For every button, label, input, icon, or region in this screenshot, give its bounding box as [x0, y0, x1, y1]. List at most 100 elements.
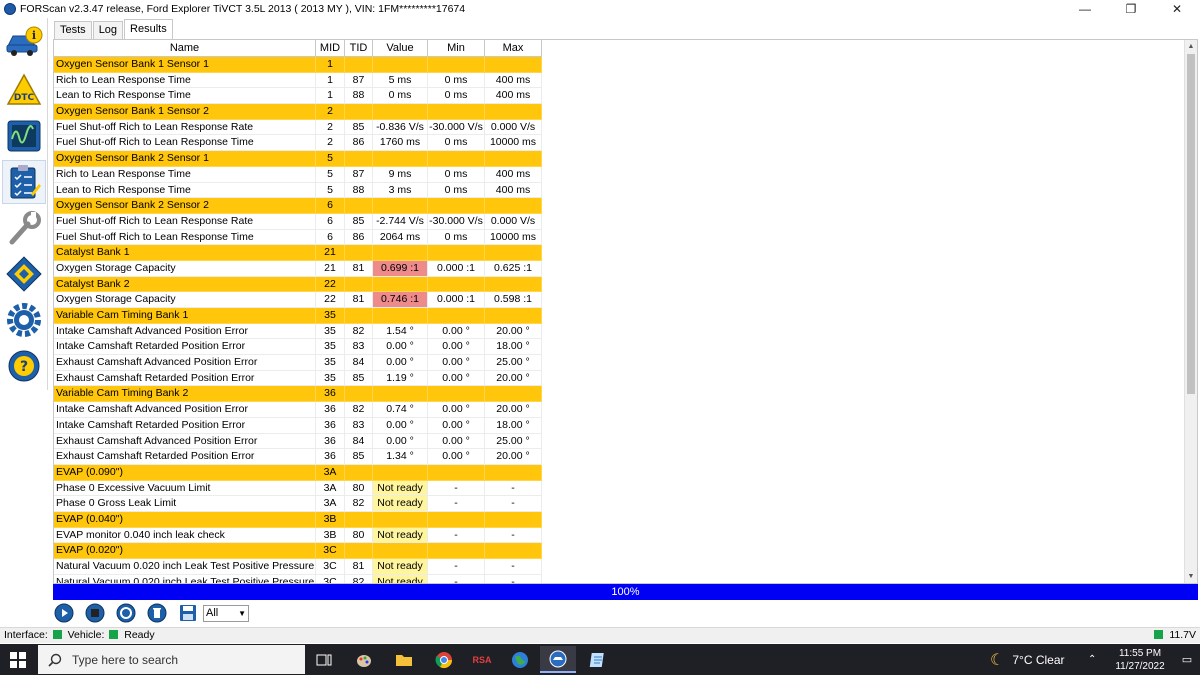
table-row[interactable]: Lean to Rich Response Time 1 88 0 ms 0 ms 400…	[54, 88, 544, 105]
table-row[interactable]: EVAP monitor 0.040 inch leak check 3B 80 No…	[54, 527, 544, 544]
column-header-mid[interactable]: MID	[316, 40, 345, 57]
start-button[interactable]	[0, 644, 36, 675]
scroll-down-icon[interactable]: ▼	[1185, 570, 1197, 583]
cell-min	[428, 151, 485, 167]
sidebar-configuration-button[interactable]	[2, 252, 46, 296]
sidebar-settings-button[interactable]	[2, 298, 46, 342]
stop-button[interactable]	[84, 602, 106, 624]
minimize-button[interactable]: —	[1062, 0, 1108, 18]
sidebar-vehicle-info-button[interactable]: i	[2, 20, 46, 64]
chip-icon	[6, 256, 42, 292]
taskbar-forscan[interactable]	[540, 646, 576, 673]
group-row[interactable]: EVAP (0.090") 3A	[54, 464, 544, 481]
group-row[interactable]: Oxygen Sensor Bank 2 Sensor 15	[54, 151, 544, 167]
table-row[interactable]: Exhaust Camshaft Advanced Position Error…	[54, 433, 544, 450]
column-header-name[interactable]: Name	[54, 40, 316, 57]
folder-icon	[396, 654, 412, 666]
sidebar-dtc-button[interactable]: DTC	[2, 68, 46, 112]
column-header-min[interactable]: Min	[428, 40, 485, 57]
taskbar-file-explorer[interactable]	[386, 646, 422, 673]
group-row[interactable]: EVAP (0.040") 3B	[54, 511, 544, 528]
group-row[interactable]: Catalyst Bank 1 21	[54, 245, 544, 261]
taskbar-maps[interactable]	[502, 646, 538, 673]
save-button[interactable]	[177, 602, 199, 624]
table-row[interactable]: Lean to Rich Response Time 5 88 3 ms 0 ms 400…	[54, 182, 544, 199]
maximize-button[interactable]: ❐	[1108, 0, 1154, 18]
cell-tid	[345, 104, 373, 120]
table-row[interactable]: Rich to Lean Response Time 1 87 5 ms 0 ms 400…	[54, 72, 544, 89]
scroll-up-icon[interactable]: ▲	[1185, 40, 1197, 53]
table-row[interactable]: Intake Camshaft Advanced Position Error 3…	[54, 402, 544, 418]
table-row[interactable]: Oxygen Storage Capacity 22 81 0.746 :1 0.000…	[54, 292, 544, 308]
table-row[interactable]: Oxygen Storage Capacity 21 81 0.699 :1 0.000…	[54, 260, 544, 277]
system-tray[interactable]: ⌃	[1088, 644, 1096, 675]
tab-tests[interactable]: Tests	[54, 21, 92, 39]
dtc-icon: DTC	[6, 73, 42, 105]
sidebar-help-button[interactable]: ?	[2, 344, 46, 388]
table-row[interactable]: Intake Camshaft Retarded Position Error 3…	[54, 339, 544, 356]
sidebar-service-button[interactable]	[2, 206, 46, 250]
filter-select[interactable]: All ▼	[203, 604, 249, 622]
taskbar-paint[interactable]	[346, 646, 382, 673]
taskbar-rsa[interactable]: RSA	[464, 646, 500, 673]
table-row[interactable]: Intake Camshaft Advanced Position Error 3…	[54, 323, 544, 340]
close-button[interactable]: ✕	[1154, 0, 1200, 18]
group-row[interactable]: Oxygen Sensor Bank 2 Sensor 26	[54, 198, 544, 214]
taskbar-search-box[interactable]: Type here to search	[38, 645, 305, 674]
cell-tid: 82	[345, 402, 373, 418]
progress-bar: 100%	[53, 584, 1198, 600]
column-header-max[interactable]: Max	[485, 40, 542, 57]
vertical-scrollbar[interactable]: ▲ ▼	[1184, 40, 1197, 583]
table-row[interactable]: Fuel Shut-off Rich to Lean Response Rate…	[54, 119, 544, 136]
cell-name: EVAP (0.020")	[54, 543, 316, 559]
cell-max: 0.000 V/s	[485, 213, 542, 230]
table-row[interactable]: Intake Camshaft Retarded Position Error 3…	[54, 417, 544, 434]
taskbar-notepad[interactable]	[580, 646, 616, 673]
cell-value: 9 ms	[373, 166, 428, 183]
sidebar-oscilloscope-button[interactable]	[2, 114, 46, 158]
column-header-value[interactable]: Value	[373, 40, 428, 57]
run-button[interactable]	[53, 602, 75, 624]
group-row[interactable]: EVAP (0.020") 3C	[54, 543, 544, 559]
group-row[interactable]: Oxygen Sensor Bank 1 Sensor 22	[54, 104, 544, 120]
sidebar-tests-button[interactable]	[2, 160, 46, 204]
taskbar-chrome[interactable]	[426, 646, 462, 673]
column-header-tid[interactable]: TID	[345, 40, 373, 57]
table-row[interactable]: Natural Vacuum 0.020 inch Leak Test Posi…	[54, 574, 544, 583]
cell-value: 0.00 °	[373, 355, 428, 371]
notification-center-button[interactable]: ▭	[1174, 644, 1200, 675]
cell-min: 0 ms	[428, 229, 485, 246]
table-row[interactable]: Fuel Shut-off Rich to Lean Response Time…	[54, 229, 544, 246]
group-row[interactable]: Variable Cam Timing Bank 1 35	[54, 308, 544, 324]
taskbar-task-view[interactable]	[306, 646, 342, 673]
table-row[interactable]: Natural Vacuum 0.020 inch Leak Test Posi…	[54, 559, 544, 575]
taskbar-clock[interactable]: 11:55 PM 11/27/2022	[1112, 647, 1168, 673]
cell-max	[485, 511, 542, 528]
title-bar: FORScan v2.3.47 release, Ford Explorer T…	[0, 0, 1200, 18]
table-row[interactable]: Phase 0 Excessive Vacuum Limit 3A 80 Not re…	[54, 480, 544, 497]
table-row[interactable]: Phase 0 Gross Leak Limit 3A 82 Not ready - -	[54, 496, 544, 512]
group-row[interactable]: Oxygen Sensor Bank 1 Sensor 11	[54, 57, 544, 73]
taskbar-weather[interactable]: ☾ 7°C Clear	[990, 644, 1065, 675]
cell-value: 1.54 °	[373, 323, 428, 340]
cell-min: -	[428, 559, 485, 575]
cell-min	[428, 511, 485, 528]
group-row[interactable]: Variable Cam Timing Bank 2 36	[54, 386, 544, 403]
globe-icon	[512, 651, 528, 668]
cell-mid: 2	[316, 135, 345, 152]
windows-taskbar: Type here to search RSA ☾ 7°C Clear ⌃ 11…	[0, 644, 1200, 675]
table-row[interactable]: Exhaust Camshaft Retarded Position Error…	[54, 449, 544, 465]
clear-button[interactable]	[146, 602, 168, 624]
tab-log[interactable]: Log	[92, 21, 124, 39]
table-row[interactable]: Exhaust Camshaft Advanced Position Error…	[54, 355, 544, 371]
tab-results[interactable]: Results	[124, 19, 173, 39]
table-row[interactable]: Fuel Shut-off Rich to Lean Response Time…	[54, 135, 544, 152]
cell-mid: 36	[316, 417, 345, 434]
reset-button[interactable]	[115, 602, 137, 624]
grid-header: Name MID TID Value Min Max	[54, 40, 542, 57]
scrollbar-thumb[interactable]	[1187, 54, 1195, 394]
group-row[interactable]: Catalyst Bank 2 22	[54, 276, 544, 293]
table-row[interactable]: Rich to Lean Response Time 5 87 9 ms 0 ms 400…	[54, 166, 544, 183]
table-row[interactable]: Fuel Shut-off Rich to Lean Response Rate…	[54, 213, 544, 230]
table-row[interactable]: Exhaust Camshaft Retarded Position Error…	[54, 370, 544, 387]
